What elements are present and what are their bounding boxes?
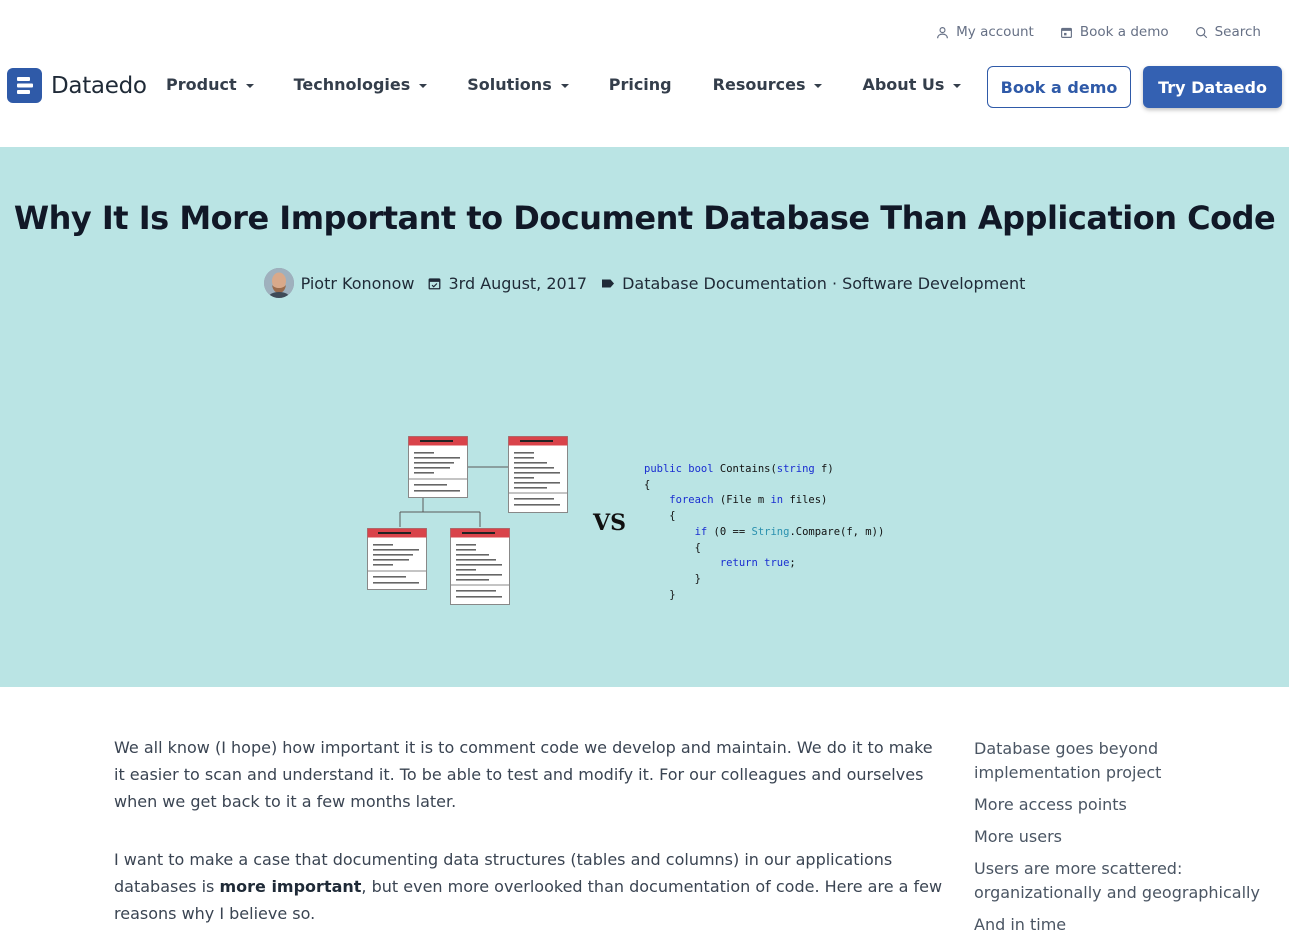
nav-item-resources[interactable]: Resources [713,75,823,94]
nav-item-label: Pricing [608,75,672,94]
schema-table-3 [367,528,427,590]
chevron-down-icon [953,83,962,88]
nav-item-label: Technologies [293,75,411,94]
search-icon [1195,26,1207,38]
book-demo-link[interactable]: Book a demo [1060,24,1169,40]
code-line-2: { [644,478,651,491]
database-schema-diagram [367,436,568,605]
table-of-contents: Database goes beyond implementation proj… [974,737,1274,941]
nav-item-pricing[interactable]: Pricing [609,75,672,94]
dataedo-logo[interactable]: Dataedo [7,68,147,103]
schema-table-2 [508,436,568,513]
chevron-down-icon [419,83,428,88]
toc-item[interactable]: Users are more scattered: organizational… [974,857,1274,905]
schema-vs-code-illustration: VS public bool Contains(string f) { fore… [365,435,935,610]
chevron-down-icon [814,83,823,88]
book-demo-button[interactable]: Book a demo [987,66,1131,108]
code-sample: public bool Contains(string f) { foreach… [644,462,884,603]
code-line-4: { [644,510,676,523]
article-body: We all know (I hope) how important it is… [114,734,946,941]
my-account-label: My account [956,24,1034,40]
post-meta: Piotr Kononow 3rd August, 2017 Database … [0,268,1289,298]
dataedo-logo-icon [7,68,42,103]
code-line-3: foreach (File m in files) [669,494,828,507]
vs-label: VS [593,510,626,536]
toc-item[interactable]: Database goes beyond implementation proj… [974,737,1274,785]
nav-item-about-us[interactable]: About Us [862,75,962,94]
my-account-link[interactable]: My account [936,24,1034,40]
chevron-down-icon [245,83,254,88]
nav-menu: Product Technologies Solutions Pricing R… [166,75,962,94]
chevron-down-icon [560,83,569,88]
try-dataedo-button[interactable]: Try Dataedo [1143,66,1282,108]
nav-item-label: Solutions [467,75,552,94]
post-categories-text: Database Documentation · Software Develo… [622,273,1026,293]
schema-table-1 [408,436,468,498]
nav-item-label: Product [166,75,237,94]
toc-item[interactable]: More users [974,825,1274,849]
hero-banner: Why It Is More Important to Document Dat… [0,147,1289,687]
search-link[interactable]: Search [1195,24,1261,40]
post-author[interactable]: Piotr Kononow [263,268,415,298]
nav-item-label: Resources [712,75,806,94]
code-line-6: { [644,541,701,554]
schema-table-4 [450,528,510,605]
user-icon [937,26,949,38]
toc-item[interactable]: And in time [974,913,1274,937]
article-paragraph-2: I want to make a case that documenting d… [114,846,946,927]
code-line-1: public bool Contains(string f) [644,463,834,475]
page-title: Why It Is More Important to Document Dat… [13,199,1276,237]
post-categories[interactable]: Database Documentation · Software Develo… [601,274,1025,293]
post-date: 3rd August, 2017 [428,274,587,293]
code-line-9: } [644,588,676,601]
emphasis-text: more important [219,877,362,896]
nav-item-product[interactable]: Product [166,75,254,94]
author-name: Piotr Kononow [300,273,415,293]
article-paragraph-1: We all know (I hope) how important it is… [114,738,933,811]
main-navigation: Dataedo Product Technologies Solutions P… [0,62,1289,112]
code-line-5: if (0 == String.Compare(f, m)) [694,525,885,538]
post-date-text: 3rd August, 2017 [448,273,588,293]
tag-icon [602,279,615,287]
nav-item-solutions[interactable]: Solutions [467,75,569,94]
calendar-icon [429,277,441,289]
search-label: Search [1214,24,1261,40]
author-avatar [263,268,294,298]
nav-item-technologies[interactable]: Technologies [294,75,428,94]
utility-bar: My account Book a demo Search [936,24,1261,40]
book-demo-link-label: Book a demo [1079,24,1169,40]
nav-item-label: About Us [862,75,945,94]
hero-bottom-curve [0,673,1289,686]
code-line-8: } [644,572,701,585]
code-line-7: return true; [719,557,796,570]
logo-text: Dataedo [51,72,147,99]
toc-item[interactable]: More access points [974,793,1274,817]
calendar-icon [1060,27,1072,38]
